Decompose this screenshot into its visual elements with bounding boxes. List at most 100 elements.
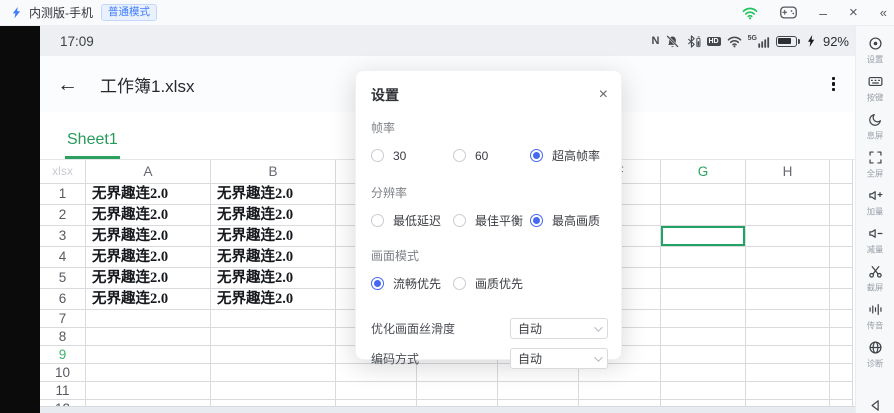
cell-sliver4[interactable]: [830, 247, 853, 268]
radio-option-画质优先[interactable]: 画质优先: [453, 275, 523, 292]
cell-G8[interactable]: [661, 328, 746, 346]
cell-B2[interactable]: 无界趣连2.0: [211, 205, 336, 226]
cell-sliver7[interactable]: [830, 310, 853, 328]
row-header-6[interactable]: 6: [40, 289, 86, 310]
cell-sliver5[interactable]: [830, 268, 853, 289]
row-header-4[interactable]: 4: [40, 247, 86, 268]
cell-B10[interactable]: [211, 364, 336, 382]
sidebar-item-audio[interactable]: 传音: [856, 298, 894, 336]
cell-A7[interactable]: [86, 310, 211, 328]
dropdown-select[interactable]: 自动: [510, 318, 608, 339]
cell-A10[interactable]: [86, 364, 211, 382]
cell-A1[interactable]: 无界趣连2.0: [86, 184, 211, 205]
row-header-5[interactable]: 5: [40, 268, 86, 289]
cell-H10[interactable]: [746, 364, 830, 382]
cell-H1[interactable]: [746, 184, 830, 205]
sidebar-item-fullscreen[interactable]: 全屏: [856, 146, 894, 184]
cell-G9[interactable]: [661, 346, 746, 364]
nav-back-button[interactable]: [868, 395, 883, 413]
radio-option-最佳平衡[interactable]: 最佳平衡: [453, 212, 530, 229]
column-header-H[interactable]: H: [746, 160, 830, 184]
cell-sliver1[interactable]: [830, 184, 853, 205]
sidebar-item-screenshot[interactable]: 截屏: [856, 260, 894, 298]
cell-A3[interactable]: 无界趣连2.0: [86, 226, 211, 247]
cell-G5[interactable]: [661, 268, 746, 289]
row-header-8[interactable]: 8: [40, 328, 86, 346]
cell-H9[interactable]: [746, 346, 830, 364]
cell-G6[interactable]: [661, 289, 746, 310]
cell-H6[interactable]: [746, 289, 830, 310]
cell-G2[interactable]: [661, 205, 746, 226]
row-header-1[interactable]: 1: [40, 184, 86, 205]
column-header-sliver[interactable]: [830, 160, 853, 184]
column-header-B[interactable]: B: [211, 160, 336, 184]
cell-G4[interactable]: [661, 247, 746, 268]
cell-B9[interactable]: [211, 346, 336, 364]
row-header-10[interactable]: 10: [40, 364, 86, 382]
cell-H5[interactable]: [746, 268, 830, 289]
cell-G1[interactable]: [661, 184, 746, 205]
row-header-2[interactable]: 2: [40, 205, 86, 226]
sidebar-item-diagnose[interactable]: 诊断: [856, 336, 894, 374]
cell-A9[interactable]: [86, 346, 211, 364]
sidebar-item-keys[interactable]: 按键: [856, 70, 894, 108]
cell-sliver3[interactable]: [830, 226, 853, 247]
sidebar-item-settings[interactable]: 设置: [856, 32, 894, 70]
collapse-sidebar-button[interactable]: «: [880, 6, 886, 19]
radio-option-流畅优先[interactable]: 流畅优先: [371, 275, 453, 292]
cell-sliver10[interactable]: [830, 364, 853, 382]
radio-option-最低延迟[interactable]: 最低延迟: [371, 212, 453, 229]
cell-G3[interactable]: [661, 226, 746, 247]
cell-B1[interactable]: 无界趣连2.0: [211, 184, 336, 205]
cell-G7[interactable]: [661, 310, 746, 328]
row-header-11[interactable]: 11: [40, 382, 86, 400]
cell-G10[interactable]: [661, 364, 746, 382]
dropdown-select[interactable]: 自动: [510, 348, 608, 369]
cell-B4[interactable]: 无界趣连2.0: [211, 247, 336, 268]
row-header-9[interactable]: 9: [40, 346, 86, 364]
cell-G11[interactable]: [661, 382, 746, 400]
column-header-A[interactable]: A: [86, 160, 211, 184]
cell-H2[interactable]: [746, 205, 830, 226]
sidebar-item-volume-up[interactable]: 加量: [856, 184, 894, 222]
cell-A4[interactable]: 无界趣连2.0: [86, 247, 211, 268]
grid-corner[interactable]: xlsx: [40, 160, 86, 184]
cell-H3[interactable]: [746, 226, 830, 247]
cell-D11[interactable]: [417, 382, 498, 400]
cell-C11[interactable]: [336, 382, 417, 400]
minimize-button[interactable]: –: [819, 6, 827, 20]
sidebar-item-screen-off[interactable]: 息屏: [856, 108, 894, 146]
cell-B7[interactable]: [211, 310, 336, 328]
row-header-3[interactable]: 3: [40, 226, 86, 247]
cell-H11[interactable]: [746, 382, 830, 400]
cell-A6[interactable]: 无界趣连2.0: [86, 289, 211, 310]
sidebar-item-volume-down[interactable]: 减量: [856, 222, 894, 260]
mode-badge[interactable]: 普通模式: [101, 4, 157, 21]
cell-sliver8[interactable]: [830, 328, 853, 346]
dialog-close-icon[interactable]: ×: [599, 87, 608, 103]
cell-B5[interactable]: 无界趣连2.0: [211, 268, 336, 289]
row-header-7[interactable]: 7: [40, 310, 86, 328]
back-arrow-button[interactable]: ←: [57, 74, 78, 95]
cell-H7[interactable]: [746, 310, 830, 328]
cell-sliver11[interactable]: [830, 382, 853, 400]
cell-B6[interactable]: 无界趣连2.0: [211, 289, 336, 310]
cell-sliver6[interactable]: [830, 289, 853, 310]
cell-sliver9[interactable]: [830, 346, 853, 364]
cell-A11[interactable]: [86, 382, 211, 400]
cell-A2[interactable]: 无界趣连2.0: [86, 205, 211, 226]
overflow-menu-button[interactable]: [828, 73, 839, 96]
gamepad-icon[interactable]: [780, 6, 797, 19]
cell-F11[interactable]: [579, 382, 661, 400]
close-window-button[interactable]: ×: [849, 5, 858, 20]
radio-option-60[interactable]: 60: [453, 149, 530, 163]
cell-H8[interactable]: [746, 328, 830, 346]
cell-A8[interactable]: [86, 328, 211, 346]
cell-B8[interactable]: [211, 328, 336, 346]
tab-sheet1[interactable]: Sheet1: [65, 131, 120, 159]
cell-B11[interactable]: [211, 382, 336, 400]
cell-A5[interactable]: 无界趣连2.0: [86, 268, 211, 289]
radio-option-最高画质[interactable]: 最高画质: [530, 212, 600, 229]
radio-option-30[interactable]: 30: [371, 149, 453, 163]
column-header-G[interactable]: G: [661, 160, 746, 184]
